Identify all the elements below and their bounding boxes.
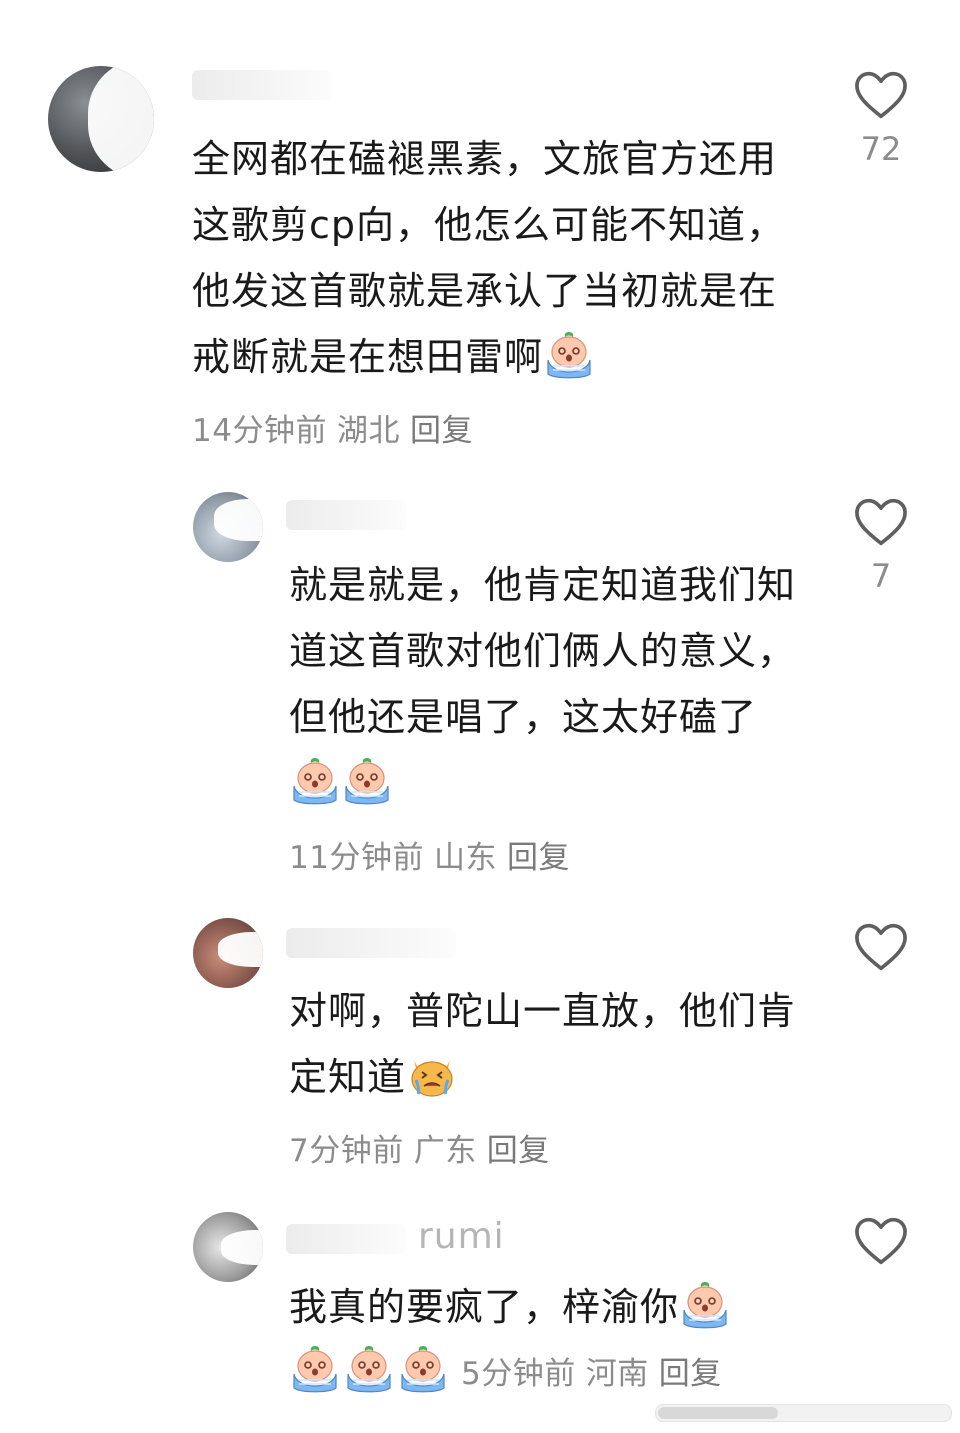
timestamp: 14分钟前: [192, 413, 327, 449]
crying-baby-icon: [289, 1344, 341, 1394]
comment-text: 就是就是，他肯定知道我们知道这首歌对他们俩人的意义，但他还是唱了，这太好磕了: [289, 552, 799, 816]
location: 湖北: [336, 413, 400, 449]
like-count: 7: [870, 557, 892, 595]
like-button[interactable]: [851, 1216, 911, 1266]
like-count: 72: [860, 130, 902, 168]
heart-outline-icon[interactable]: [853, 922, 909, 972]
heart-outline-icon[interactable]: [853, 1216, 909, 1266]
avatar[interactable]: [193, 918, 263, 988]
location: 广东: [413, 1133, 477, 1169]
username-redacted[interactable]: [286, 500, 406, 530]
crying-baby-icon: [289, 756, 341, 806]
comment-text: 对啊，普陀山一直放，他们肯定知道: [289, 978, 799, 1110]
comment-meta: 11分钟前 山东 回复: [289, 832, 580, 877]
like-button[interactable]: 7: [851, 497, 911, 595]
comment-text: 全网都在磕褪黑素，文旅官方还用这歌剪cp向，他怎么可能不知道，他发这首歌就是承认…: [192, 126, 802, 390]
avatar[interactable]: [193, 1212, 263, 1282]
horizontal-scrollbar[interactable]: [655, 1404, 952, 1422]
timestamp: 7分钟前: [289, 1133, 404, 1169]
comment-text-content: 就是就是，他肯定知道我们知道这首歌对他们俩人的意义，但他还是唱了，这太好磕了: [289, 563, 797, 739]
reply-button[interactable]: 回复: [487, 1133, 550, 1169]
crying-cat-icon: [406, 1050, 458, 1100]
crying-baby-icon: [341, 756, 393, 806]
timestamp: 11分钟前: [289, 840, 424, 876]
crying-baby-icon: [543, 330, 595, 380]
crying-baby-icon: [343, 1344, 395, 1394]
comment-meta: 7分钟前 广东 回复: [289, 1125, 560, 1170]
location: 河南: [585, 1356, 649, 1392]
avatar[interactable]: [193, 492, 263, 562]
heart-outline-icon[interactable]: [853, 497, 909, 547]
username-redacted[interactable]: [192, 70, 332, 100]
location: 山东: [433, 840, 497, 876]
username-redacted[interactable]: [286, 1224, 406, 1254]
reply-button[interactable]: 回复: [659, 1356, 722, 1392]
comment-text: 我真的要疯了，梓渝你: [289, 1274, 799, 1340]
comment-text-content: 对啊，普陀山一直放，他们肯定知道: [289, 989, 797, 1099]
like-button[interactable]: [851, 922, 911, 972]
scrollbar-thumb[interactable]: [658, 1407, 778, 1419]
crying-baby-icon: [397, 1344, 449, 1394]
username-redacted[interactable]: [286, 928, 456, 958]
crying-baby-icon: [679, 1280, 731, 1330]
avatar[interactable]: [48, 66, 154, 172]
comment-text-content: 我真的要疯了，梓渝你: [289, 1285, 680, 1329]
reply-button[interactable]: 回复: [410, 413, 473, 449]
comment-meta: 14分钟前 湖北 回复: [192, 405, 483, 450]
like-button[interactable]: 72: [851, 70, 911, 168]
comment-text-content: 全网都在磕褪黑素，文旅官方还用这歌剪cp向，他怎么可能不知道，他发这首歌就是承认…: [192, 137, 786, 379]
comment-meta: 5分钟前 河南 回复: [289, 1344, 732, 1399]
username-partial[interactable]: rumi: [418, 1216, 505, 1257]
reply-button[interactable]: 回复: [507, 840, 570, 876]
heart-outline-icon[interactable]: [853, 70, 909, 120]
timestamp: 5分钟前: [461, 1356, 576, 1392]
